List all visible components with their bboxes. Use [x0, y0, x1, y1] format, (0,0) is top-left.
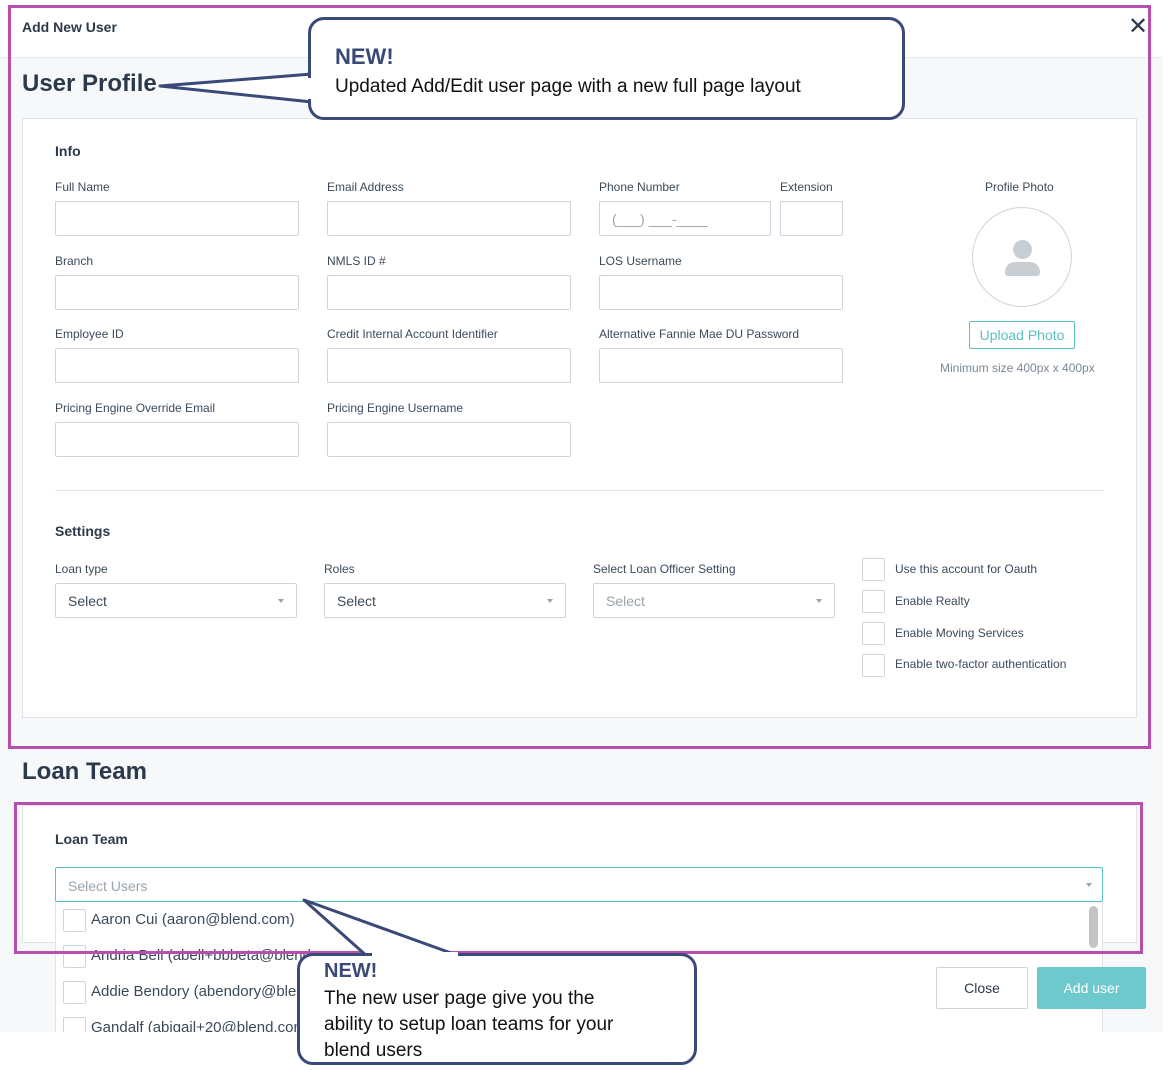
chevron-down-icon	[816, 599, 822, 603]
extension-input[interactable]	[780, 201, 843, 236]
user-profile-title: User Profile	[22, 70, 157, 97]
section-divider	[55, 490, 1104, 491]
callout-loan-teams: NEW! The new user page give you the abil…	[297, 953, 697, 1065]
avatar-head	[1013, 240, 1032, 259]
select-users-placeholder: Select Users	[68, 878, 148, 894]
extension-label: Extension	[780, 180, 833, 194]
loan-type-select[interactable]: Select	[55, 583, 297, 618]
two-factor-checkbox-label: Enable two-factor authentication	[895, 657, 1067, 671]
employee-id-input[interactable]	[55, 348, 299, 383]
loan-team-heading: Loan Team	[55, 831, 128, 847]
user-avatar-icon	[972, 207, 1072, 307]
user-name: Andria Bell (abell+bbbeta@blend	[91, 947, 311, 964]
chevron-down-icon	[278, 599, 284, 603]
loan-type-label: Loan type	[55, 562, 108, 576]
two-factor-checkbox[interactable]	[862, 654, 885, 677]
realty-checkbox-label: Enable Realty	[895, 594, 970, 608]
loan-type-value: Select	[68, 593, 107, 609]
moving-services-checkbox-label: Enable Moving Services	[895, 626, 1024, 640]
dialog-title: Add New User	[22, 19, 117, 35]
close-icon[interactable]: ✕	[1128, 14, 1148, 38]
user-name: Addie Bendory (abendory@blen	[91, 983, 305, 1000]
add-user-button[interactable]: Add user	[1037, 967, 1146, 1009]
loan-team-title: Loan Team	[22, 758, 147, 785]
moving-services-checkbox[interactable]	[862, 622, 885, 645]
realty-checkbox[interactable]	[862, 590, 885, 613]
nmls-input[interactable]	[327, 275, 571, 310]
info-heading: Info	[55, 143, 81, 159]
roles-value: Select	[337, 593, 376, 609]
settings-heading: Settings	[55, 523, 111, 539]
user-name: Gandalf (abigail+20@blend.com	[91, 1019, 306, 1032]
close-button[interactable]: Close	[936, 967, 1028, 1009]
callout-new-layout: NEW! Updated Add/Edit user page with a n…	[308, 17, 905, 120]
user-checkbox[interactable]	[63, 981, 86, 1004]
avatar-body	[1005, 262, 1040, 276]
email-label: Email Address	[327, 180, 404, 194]
branch-label: Branch	[55, 254, 94, 268]
photo-size-hint: Minimum size 400px x 400px	[940, 361, 1095, 375]
callout-top-title: NEW!	[335, 44, 394, 69]
callout-bottom-line-3: blend users	[324, 1040, 423, 1061]
user-checkbox[interactable]	[63, 945, 86, 968]
fannie-du-label: Alternative Fannie Mae DU Password	[599, 327, 800, 341]
officer-setting-select[interactable]: Select	[593, 583, 835, 618]
credit-id-input[interactable]	[327, 348, 571, 383]
pricing-email-input[interactable]	[55, 422, 299, 457]
callout-bottom-line-2: ability to setup loan teams for your	[324, 1014, 614, 1035]
phone-input[interactable]	[599, 201, 771, 236]
fannie-du-input[interactable]	[599, 348, 843, 383]
upload-photo-button[interactable]: Upload Photo	[969, 321, 1075, 349]
callout-top-body: Updated Add/Edit user page with a new fu…	[335, 76, 801, 97]
phone-label: Phone Number	[599, 180, 680, 194]
officer-setting-value: Select	[606, 593, 645, 609]
oauth-checkbox-label: Use this account for Oauth	[895, 562, 1038, 576]
los-username-input[interactable]	[599, 275, 843, 310]
user-name: Aaron Cui (aaron@blend.com)	[91, 911, 295, 928]
full-name-label: Full Name	[55, 180, 110, 194]
callout-bottom-title: NEW!	[324, 960, 378, 982]
branch-input[interactable]	[55, 275, 299, 310]
pricing-username-label: Pricing Engine Username	[327, 401, 464, 415]
user-checkbox[interactable]	[63, 909, 86, 932]
nmls-label: NMLS ID #	[327, 254, 386, 268]
user-checkbox[interactable]	[63, 1017, 86, 1032]
credit-id-label: Credit Internal Account Identifier	[327, 327, 498, 341]
select-users-dropdown[interactable]: Select Users	[55, 867, 1103, 902]
employee-id-label: Employee ID	[55, 327, 124, 341]
chevron-down-icon	[547, 599, 553, 603]
list-item[interactable]: Aaron Cui (aaron@blend.com)	[56, 902, 1086, 938]
dropdown-scrollbar[interactable]	[1089, 906, 1098, 948]
pricing-username-input[interactable]	[327, 422, 571, 457]
chevron-down-icon	[1086, 883, 1092, 887]
los-username-label: LOS Username	[599, 254, 682, 268]
officer-setting-label: Select Loan Officer Setting	[593, 562, 736, 576]
pricing-email-label: Pricing Engine Override Email	[55, 401, 216, 415]
profile-photo-label: Profile Photo	[985, 180, 1054, 194]
roles-label: Roles	[324, 562, 355, 576]
callout-bottom-line-1: The new user page give you the	[324, 988, 595, 1009]
oauth-checkbox[interactable]	[862, 558, 885, 581]
roles-select[interactable]: Select	[324, 583, 566, 618]
full-name-input[interactable]	[55, 201, 299, 236]
email-input[interactable]	[327, 201, 571, 236]
